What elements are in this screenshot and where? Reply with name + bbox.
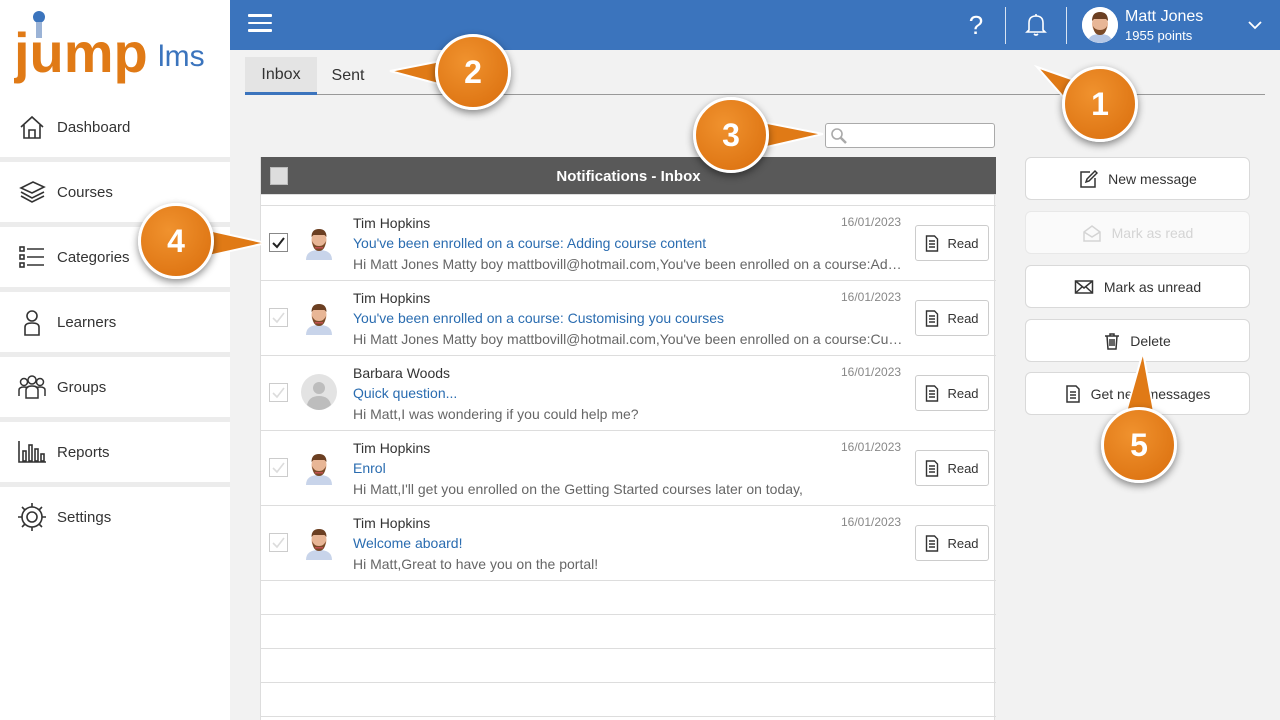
callout-3: 3 bbox=[693, 97, 769, 173]
callout-4-pointer bbox=[207, 228, 267, 258]
callout-5-pointer bbox=[1124, 351, 1156, 413]
callout-2: 2 bbox=[435, 34, 511, 110]
callout-3-pointer bbox=[761, 120, 824, 150]
callout-4: 4 bbox=[138, 203, 214, 279]
callout-1: 1 bbox=[1062, 66, 1138, 142]
callout-5: 5 bbox=[1101, 407, 1177, 483]
